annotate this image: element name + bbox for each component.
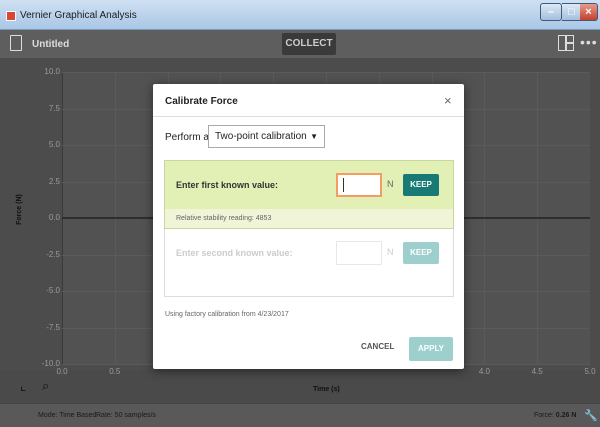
second-value-step: Enter second known value: N KEEP [164, 229, 454, 297]
layout-icon[interactable] [558, 35, 574, 51]
first-value-input[interactable] [336, 173, 382, 197]
close-icon[interactable]: × [444, 93, 452, 108]
second-value-input[interactable] [336, 241, 382, 265]
status-force[interactable]: Force: 0.26 N [534, 412, 576, 419]
dialog-divider [153, 116, 464, 117]
y-tick-label: -2.5 [46, 249, 60, 259]
wrench-icon[interactable]: 🔧 [584, 409, 598, 422]
y-tick-label: 7.5 [48, 103, 60, 113]
x-tick-label: 5.0 [584, 367, 596, 376]
maximize-button[interactable]: □ [562, 3, 582, 21]
first-value-step: Enter first known value: N KEEP Relative… [164, 160, 454, 229]
x-tick-label: 4.0 [478, 367, 490, 376]
stability-reading: Relative stability reading: 4853 [176, 215, 272, 222]
y-tick-label: 0.0 [48, 213, 60, 222]
second-value-label: Enter second known value: [176, 248, 293, 258]
app-toolbar: Untitled COLLECT ••• [0, 30, 600, 58]
y-tick-label: -7.5 [46, 322, 60, 332]
collect-button[interactable]: COLLECT [282, 33, 336, 55]
y-tick-label: 10.0 [44, 67, 60, 76]
second-value-unit: N [387, 247, 394, 257]
dropdown-caret-icon: ▼ [310, 132, 318, 141]
y-tick-label: 2.5 [48, 176, 60, 186]
status-force-label: Force: [534, 412, 554, 419]
document-title[interactable]: Untitled [32, 39, 69, 50]
first-value-unit: N [387, 179, 394, 189]
perform-label: Perform a [165, 132, 209, 143]
x-axis-label: Time (s) [313, 386, 340, 393]
status-rate: Rate: 50 samples/s [96, 412, 156, 419]
calibration-method-select[interactable]: Two-point calibration ▼ [208, 125, 325, 148]
factory-calibration-note: Using factory calibration from 4/23/2017 [165, 311, 289, 318]
window-title: Vernier Graphical Analysis [20, 10, 137, 21]
y-axis-label: Force (N) [15, 194, 23, 225]
second-keep-button[interactable]: KEEP [403, 242, 439, 264]
calibration-method-value: Two-point calibration [215, 131, 307, 142]
zoom-icon[interactable]: ⌕ [42, 379, 56, 393]
cancel-button[interactable]: CANCEL [361, 342, 394, 351]
document-icon[interactable] [10, 35, 22, 51]
first-value-label: Enter first known value: [176, 180, 279, 190]
window-close-button[interactable]: × [580, 3, 598, 21]
x-tick-label: 0.5 [109, 367, 121, 376]
x-tick-label: 4.5 [531, 367, 543, 376]
window-titlebar: Vernier Graphical Analysis – □ × [0, 0, 600, 30]
status-mode: Mode: Time Based [38, 412, 97, 419]
y-tick-label: 5.0 [48, 140, 60, 149]
app-icon [6, 11, 16, 21]
first-keep-button[interactable]: KEEP [403, 174, 439, 196]
more-icon[interactable]: ••• [580, 34, 598, 50]
calibrate-dialog: Calibrate Force × Perform a Two-point ca… [153, 84, 464, 369]
graph-options-icon[interactable]: ⌞ [20, 379, 34, 393]
apply-button[interactable]: APPLY [409, 337, 453, 361]
status-bar: Mode: Time Based Rate: 50 samples/s Forc… [0, 403, 600, 427]
x-tick-label: 0.0 [56, 367, 68, 376]
dialog-title: Calibrate Force [165, 96, 238, 107]
y-tick-label: -5.0 [46, 286, 60, 295]
minimize-button[interactable]: – [540, 3, 562, 21]
status-force-value: 0.26 N [555, 412, 577, 419]
